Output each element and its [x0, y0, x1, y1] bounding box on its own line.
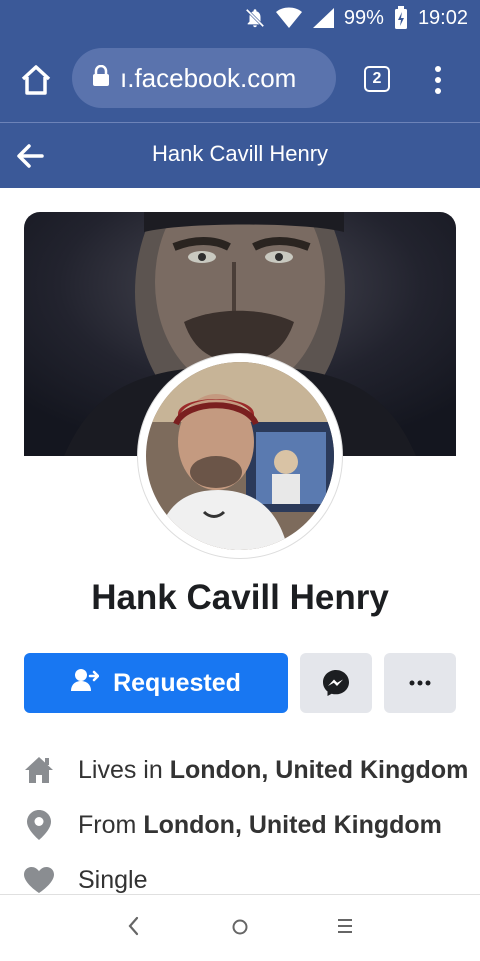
- message-button[interactable]: [300, 653, 372, 713]
- nav-home-button[interactable]: [230, 915, 250, 942]
- more-options-button[interactable]: [384, 653, 456, 713]
- requested-button[interactable]: Requested: [24, 653, 288, 713]
- address-bar[interactable]: ı.facebook.com: [72, 48, 336, 108]
- info-from-value[interactable]: London, United Kingdom: [143, 811, 442, 840]
- status-bar: 99% 19:02: [0, 0, 480, 36]
- nav-recents-button[interactable]: [336, 915, 354, 942]
- battery-percent: 99%: [343, 6, 384, 29]
- page-header: Hank Cavill Henry: [0, 122, 480, 188]
- more-horizontal-icon: [409, 680, 431, 686]
- battery-charging-icon: [394, 6, 408, 30]
- info-lives-in: Lives in London, United Kingdom: [24, 750, 468, 790]
- more-vertical-icon: [435, 66, 441, 94]
- messenger-icon: [323, 670, 349, 696]
- browser-menu-button[interactable]: [430, 64, 446, 96]
- clock: 19:02: [417, 6, 468, 29]
- signal-icon: [312, 7, 334, 29]
- browser-toolbar: ı.facebook.com 2: [0, 36, 480, 122]
- recents-icon: [338, 919, 352, 933]
- status-icons: 99% 19:02: [244, 6, 468, 30]
- lock-icon: [92, 63, 110, 94]
- home-button[interactable]: [18, 62, 54, 98]
- mute-notifications-icon: [244, 7, 266, 29]
- wifi-icon: [275, 7, 302, 29]
- requested-label: Requested: [113, 668, 241, 697]
- info-lives-in-value[interactable]: London, United Kingdom: [170, 756, 469, 785]
- avatar[interactable]: [146, 362, 334, 550]
- profile-picture-frame: [138, 354, 342, 558]
- tab-switcher-button[interactable]: 2: [364, 66, 390, 92]
- location-pin-icon: [24, 810, 54, 840]
- nav-back-button[interactable]: [126, 915, 140, 942]
- page-title: Hank Cavill Henry: [151, 141, 329, 166]
- heart-icon: [24, 865, 54, 895]
- system-navigation-bar: [0, 894, 480, 961]
- profile-name: Hank Cavill Henry: [91, 578, 389, 617]
- chevron-left-icon: [128, 916, 139, 936]
- info-relationship-text: Single: [78, 865, 148, 894]
- info-lives-in-prefix: Lives in: [78, 755, 163, 784]
- url-text: ı.facebook.com: [120, 62, 297, 93]
- home-icon: [24, 755, 54, 785]
- tab-count: 2: [372, 70, 382, 87]
- friend-request-sent-icon: [71, 668, 100, 699]
- info-from-prefix: From: [78, 810, 137, 839]
- home-icon: [21, 65, 51, 95]
- circle-home-icon: [232, 919, 248, 935]
- info-from: From London, United Kingdom: [24, 805, 442, 845]
